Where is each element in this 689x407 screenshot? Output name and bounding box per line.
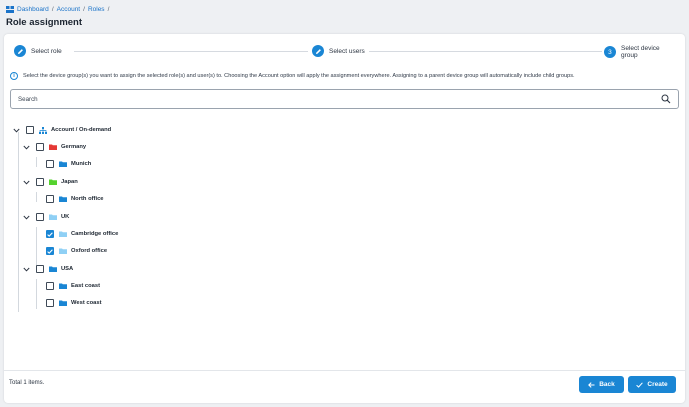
chevron-down-icon[interactable]	[22, 178, 30, 186]
page-title: Role assignment	[6, 17, 83, 28]
checkbox[interactable]	[46, 160, 54, 168]
folder-icon	[49, 179, 57, 185]
dashboard-icon	[6, 5, 14, 13]
search-icon[interactable]	[661, 94, 671, 104]
step-number: 3	[604, 46, 616, 58]
breadcrumb-separator: /	[107, 5, 110, 13]
arrow-left-icon	[588, 381, 595, 388]
checkbox[interactable]	[46, 299, 54, 307]
page-header: Dashboard / Account / Roles / Role assig…	[0, 0, 689, 33]
checkbox[interactable]	[26, 126, 34, 134]
search-input[interactable]	[18, 95, 661, 103]
node-label: Cambridge office	[71, 231, 119, 237]
stepper: Select role Select users 3 Select device…	[14, 45, 678, 59]
checkbox-checked[interactable]	[46, 247, 54, 255]
tree-node-west-coast: West coast	[46, 298, 102, 308]
folder-icon	[59, 231, 67, 237]
tree-node-japan: Japan	[22, 177, 78, 187]
step-label: Select role	[31, 47, 62, 55]
checkbox-checked[interactable]	[46, 230, 54, 238]
content-card: Select role Select users 3 Select device…	[4, 34, 685, 403]
total-items: Total 1 items.	[9, 380, 45, 386]
node-label: Munich	[71, 161, 92, 167]
info-icon: i	[10, 72, 18, 80]
info-message: i Select the device group(s) you want to…	[10, 72, 575, 80]
folder-icon	[59, 248, 67, 254]
info-text: Select the device group(s) you want to a…	[23, 73, 575, 79]
back-button[interactable]: Back	[579, 376, 624, 393]
chevron-down-icon[interactable]	[22, 265, 30, 273]
breadcrumb-separator: /	[83, 5, 85, 13]
tree-node-east-coast: East coast	[46, 281, 100, 291]
step-select-users[interactable]: Select users	[308, 45, 369, 57]
node-label: UK	[61, 214, 70, 220]
breadcrumb-roles[interactable]: Roles	[88, 6, 105, 13]
chevron-down-icon[interactable]	[22, 213, 30, 221]
checkbox[interactable]	[36, 265, 44, 273]
tree-node-uk: UK	[22, 212, 69, 222]
folder-icon	[49, 144, 57, 150]
step-select-role[interactable]: Select role	[14, 45, 66, 57]
folder-icon	[59, 196, 67, 202]
pencil-icon	[14, 45, 26, 57]
tree-guide-line	[36, 157, 37, 167]
breadcrumb-account[interactable]: Account	[57, 6, 81, 13]
create-label: Create	[647, 381, 668, 388]
footer-divider	[4, 370, 685, 371]
node-label: Germany	[61, 144, 87, 150]
tree-node-munich: Munich	[46, 159, 91, 169]
tree-node-root: Account / On-demand	[12, 125, 111, 135]
tree-node-cambridge-office: Cambridge office	[46, 229, 118, 239]
folder-icon	[59, 283, 67, 289]
node-label: Oxford office	[71, 248, 108, 254]
tree-node-usa: USA	[22, 264, 73, 274]
back-label: Back	[599, 381, 615, 388]
checkbox[interactable]	[36, 178, 44, 186]
step-label: Select device group	[620, 45, 660, 59]
step-label: Select users	[329, 47, 365, 55]
node-label: Account / On-demand	[51, 127, 112, 133]
tree-guide-line	[36, 279, 37, 309]
folder-icon	[49, 214, 57, 220]
check-icon	[636, 381, 644, 388]
node-label: USA	[61, 266, 74, 272]
checkbox[interactable]	[36, 143, 44, 151]
device-group-tree: Account / On-demand Germany Munich Japan…	[10, 122, 310, 312]
node-label: North office	[71, 196, 104, 202]
tree-guide-line	[18, 132, 19, 312]
breadcrumb-separator: /	[51, 5, 54, 13]
chevron-down-icon[interactable]	[12, 126, 20, 134]
node-label: East coast	[71, 283, 100, 289]
node-label: West coast	[71, 300, 102, 306]
tree-node-germany: Germany	[22, 142, 86, 152]
folder-icon	[49, 266, 57, 272]
search-box[interactable]	[10, 89, 679, 109]
breadcrumb-dashboard[interactable]: Dashboard	[17, 6, 49, 13]
step-connector	[74, 51, 308, 52]
folder-icon	[59, 300, 67, 306]
chevron-down-icon[interactable]	[22, 143, 30, 151]
tree-guide-line	[36, 192, 37, 202]
checkbox[interactable]	[46, 195, 54, 203]
checkbox[interactable]	[36, 213, 44, 221]
folder-icon	[59, 161, 67, 167]
breadcrumb: Dashboard / Account / Roles /	[6, 4, 683, 14]
pencil-icon	[312, 45, 324, 57]
step-connector	[362, 51, 602, 52]
tree-node-north-office: North office	[46, 194, 104, 204]
step-select-device-group[interactable]: 3 Select device group	[602, 45, 678, 59]
checkbox[interactable]	[46, 282, 54, 290]
node-label: Japan	[61, 179, 78, 185]
tree-node-oxford-office: Oxford office	[46, 246, 107, 256]
create-button[interactable]: Create	[628, 376, 676, 393]
hierarchy-icon	[39, 126, 47, 134]
